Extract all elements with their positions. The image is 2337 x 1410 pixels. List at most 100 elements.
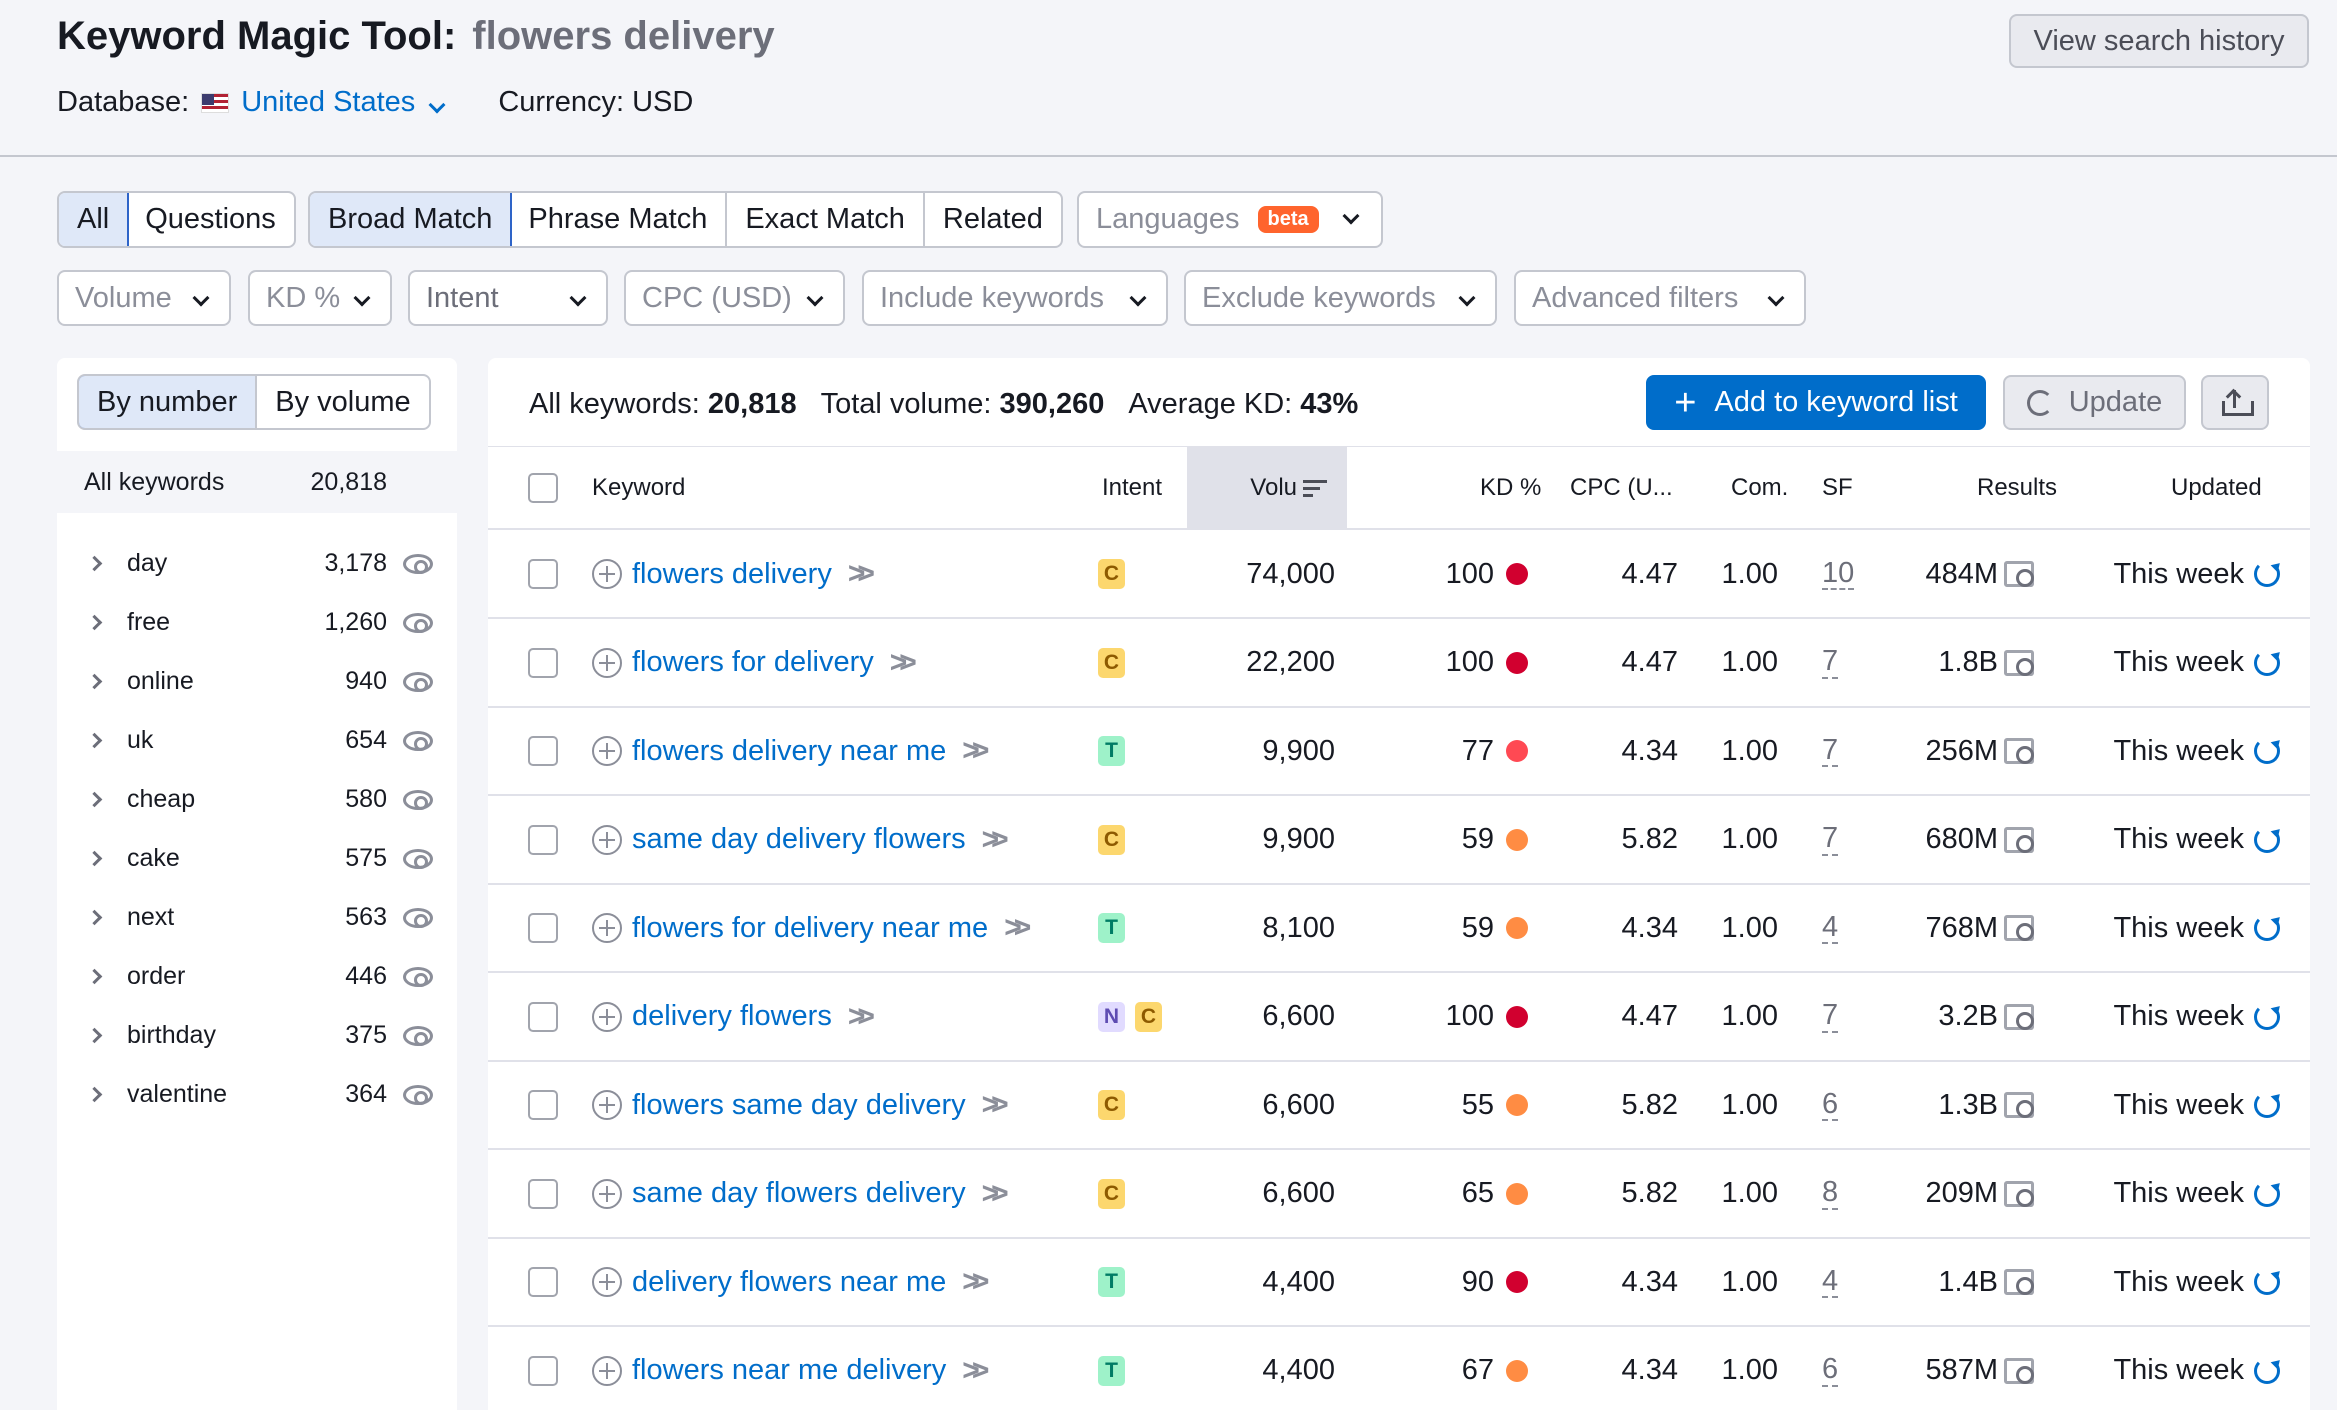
add-keyword-icon[interactable] <box>592 559 622 589</box>
eye-icon[interactable] <box>403 1084 433 1105</box>
sidebar-group-item[interactable]: day 3,178 <box>57 534 457 593</box>
keyword-link[interactable]: delivery flowers <box>632 1000 832 1033</box>
double-chevron-icon[interactable]: >> <box>1004 911 1031 945</box>
database-select[interactable]: United States <box>241 86 446 119</box>
column-com[interactable]: Com. <box>1731 447 1788 529</box>
eye-icon[interactable] <box>403 553 433 574</box>
refresh-icon[interactable] <box>2254 561 2280 587</box>
add-keyword-icon[interactable] <box>592 736 622 766</box>
update-button[interactable]: Update <box>2003 375 2186 430</box>
refresh-icon[interactable] <box>2254 738 2280 764</box>
add-keyword-icon[interactable] <box>592 1267 622 1297</box>
serp-features-link[interactable]: 6 <box>1822 1354 1839 1387</box>
serp-features-link[interactable]: 6 <box>1822 1088 1839 1122</box>
by-volume-button[interactable]: By volume <box>255 376 428 428</box>
add-keyword-icon[interactable] <box>592 1178 622 1209</box>
keyword-link[interactable]: flowers delivery <box>632 558 832 591</box>
row-checkbox[interactable] <box>528 913 558 943</box>
sidebar-group-item[interactable]: order 446 <box>57 947 457 1006</box>
tab-related[interactable]: Related <box>925 193 1061 246</box>
serp-features-link[interactable]: 10 <box>1822 557 1855 591</box>
eye-icon[interactable] <box>403 612 433 633</box>
advanced-filters[interactable]: Advanced filters <box>1514 270 1806 326</box>
languages-dropdown[interactable]: Languages beta <box>1077 191 1383 248</box>
tab-questions[interactable]: Questions <box>127 193 294 246</box>
sidebar-group-item[interactable]: online 940 <box>57 652 457 711</box>
column-results[interactable]: Results <box>1977 447 2057 529</box>
eye-icon[interactable] <box>403 848 433 869</box>
tab-exact-match[interactable]: Exact Match <box>727 193 925 246</box>
serp-features-link[interactable]: 8 <box>1822 1177 1839 1210</box>
row-checkbox[interactable] <box>528 1178 558 1209</box>
view-serp-icon[interactable] <box>2004 738 2034 764</box>
refresh-icon[interactable] <box>2254 1269 2280 1295</box>
column-volume[interactable]: Volu <box>1187 447 1347 529</box>
serp-features-link[interactable]: 7 <box>1822 1000 1839 1033</box>
refresh-icon[interactable] <box>2254 1092 2280 1118</box>
add-keyword-icon[interactable] <box>592 1090 622 1120</box>
export-button[interactable] <box>2201 375 2269 430</box>
exclude-keywords-filter[interactable]: Exclude keywords <box>1184 270 1497 326</box>
view-serp-icon[interactable] <box>2004 1269 2034 1295</box>
row-checkbox[interactable] <box>528 1001 558 1032</box>
volume-filter[interactable]: Volume <box>57 270 231 326</box>
serp-features-link[interactable]: 7 <box>1822 823 1839 856</box>
refresh-icon[interactable] <box>2254 1003 2280 1030</box>
sidebar-group-item[interactable]: free 1,260 <box>57 593 457 652</box>
row-checkbox[interactable] <box>528 824 558 855</box>
by-number-button[interactable]: By number <box>78 376 258 428</box>
keyword-link[interactable]: same day flowers delivery <box>632 1177 966 1210</box>
cpc-filter[interactable]: CPC (USD) <box>624 270 845 326</box>
view-serp-icon[interactable] <box>2004 826 2034 853</box>
row-checkbox[interactable] <box>528 736 558 766</box>
add-keyword-icon[interactable] <box>592 913 622 943</box>
column-keyword[interactable]: Keyword <box>592 447 685 529</box>
row-checkbox[interactable] <box>528 1355 558 1386</box>
intent-filter[interactable]: Intent <box>408 270 608 326</box>
keyword-link[interactable]: flowers for delivery <box>632 646 874 679</box>
double-chevron-icon[interactable]: >> <box>982 1088 1009 1122</box>
double-chevron-icon[interactable]: >> <box>982 823 1009 857</box>
sidebar-group-item[interactable]: cheap 580 <box>57 770 457 829</box>
column-intent[interactable]: Intent <box>1102 447 1162 529</box>
sidebar-group-item[interactable]: uk 654 <box>57 711 457 770</box>
row-checkbox[interactable] <box>528 559 558 589</box>
refresh-icon[interactable] <box>2254 1180 2280 1207</box>
keyword-link[interactable]: flowers near me delivery <box>632 1354 946 1387</box>
refresh-icon[interactable] <box>2254 1357 2280 1384</box>
chevron-right-icon[interactable] <box>86 850 103 867</box>
double-chevron-icon[interactable]: >> <box>962 734 989 768</box>
chevron-right-icon[interactable] <box>86 1027 103 1044</box>
view-serp-icon[interactable] <box>2004 649 2034 676</box>
chevron-right-icon[interactable] <box>86 673 103 690</box>
add-to-keyword-list-button[interactable]: + Add to keyword list <box>1646 375 1986 430</box>
column-cpc[interactable]: CPC (U... <box>1570 447 1673 529</box>
view-serp-icon[interactable] <box>2004 1180 2034 1207</box>
serp-features-link[interactable]: 4 <box>1822 911 1839 945</box>
sidebar-group-item[interactable]: birthday 375 <box>57 1006 457 1065</box>
add-keyword-icon[interactable] <box>592 1355 622 1386</box>
add-keyword-icon[interactable] <box>592 1001 622 1032</box>
serp-features-link[interactable]: 7 <box>1822 734 1839 768</box>
chevron-right-icon[interactable] <box>86 555 103 572</box>
double-chevron-icon[interactable]: >> <box>962 1354 989 1388</box>
all-keywords-group[interactable]: All keywords 20,818 <box>57 451 457 513</box>
column-kd[interactable]: KD % <box>1480 447 1541 529</box>
add-keyword-icon[interactable] <box>592 647 622 678</box>
eye-icon[interactable] <box>403 671 433 692</box>
keyword-link[interactable]: flowers for delivery near me <box>632 912 988 945</box>
refresh-icon[interactable] <box>2254 649 2280 676</box>
keyword-link[interactable]: same day delivery flowers <box>632 823 966 856</box>
chevron-right-icon[interactable] <box>86 614 103 631</box>
view-serp-icon[interactable] <box>2004 915 2034 941</box>
eye-icon[interactable] <box>403 789 433 810</box>
double-chevron-icon[interactable]: >> <box>848 1000 875 1034</box>
sidebar-group-item[interactable]: cake 575 <box>57 829 457 888</box>
chevron-right-icon[interactable] <box>86 791 103 808</box>
view-serp-icon[interactable] <box>2004 1003 2034 1030</box>
chevron-right-icon[interactable] <box>86 968 103 985</box>
refresh-icon[interactable] <box>2254 915 2280 941</box>
keyword-link[interactable]: delivery flowers near me <box>632 1266 946 1299</box>
refresh-icon[interactable] <box>2254 826 2280 853</box>
chevron-right-icon[interactable] <box>86 1086 103 1103</box>
